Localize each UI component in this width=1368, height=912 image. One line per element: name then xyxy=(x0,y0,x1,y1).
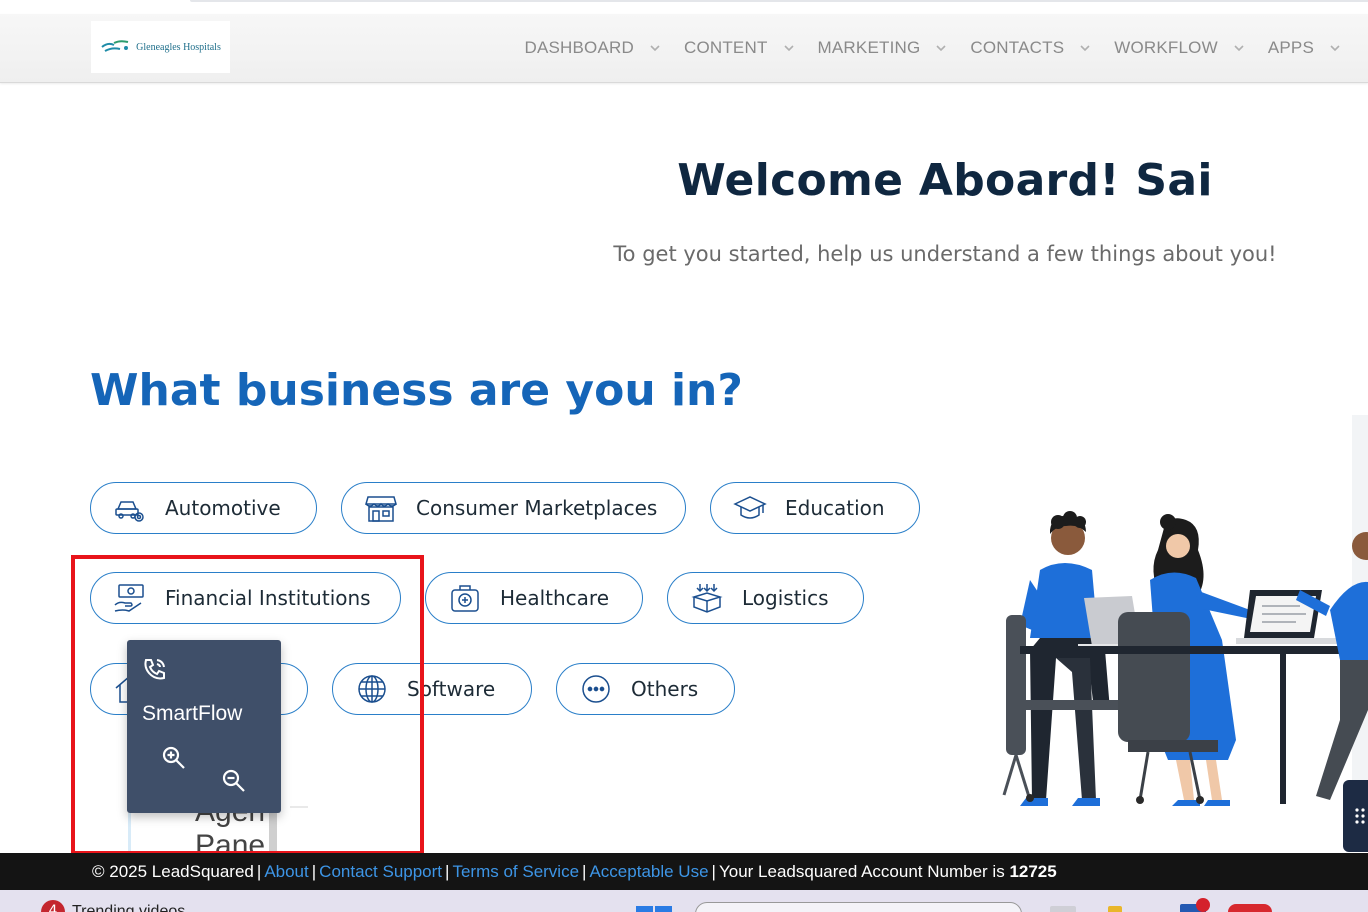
company-logo[interactable]: Gleneagles Hospitals xyxy=(91,21,230,73)
option-label: Software xyxy=(407,677,496,701)
option-automotive[interactable]: Automotive xyxy=(90,482,317,534)
nav-label: MARKETING xyxy=(817,38,921,57)
option-label: Logistics xyxy=(742,586,829,610)
footer-separator: | xyxy=(445,861,450,881)
option-label: Healthcare xyxy=(500,586,610,610)
page-footer: © 2025 LeadSquared | About | Contact Sup… xyxy=(0,853,1368,890)
footer-link-about[interactable]: About xyxy=(264,862,308,882)
option-healthcare[interactable]: Healthcare xyxy=(425,572,643,624)
agent-panel-scrollbar[interactable] xyxy=(269,813,277,853)
option-education[interactable]: Education xyxy=(710,482,920,534)
nav-workflow[interactable]: WORKFLOW xyxy=(1114,38,1244,58)
chevron-down-icon xyxy=(1080,45,1090,52)
footer-separator: | xyxy=(256,861,262,881)
notification-badge[interactable]: 4 xyxy=(41,900,65,912)
browser-edge-line xyxy=(190,0,1368,2)
widget-minimize-line xyxy=(290,806,308,808)
more-dots-icon xyxy=(582,675,610,703)
file-explorer-icon[interactable] xyxy=(1108,906,1122,912)
app-header: Gleneagles Hospitals DASHBOARD CONTENT M… xyxy=(0,14,1368,83)
smartflow-title: SmartFlow xyxy=(142,702,243,725)
footer-link-acceptable-use[interactable]: Acceptable Use xyxy=(589,862,708,882)
business-question: What business are you in? xyxy=(90,365,743,416)
team-illustration xyxy=(1002,415,1368,806)
footer-separator: | xyxy=(311,861,317,881)
graduation-cap-icon xyxy=(733,496,767,519)
browser-top-strip xyxy=(0,0,1368,14)
chevron-down-icon xyxy=(783,45,794,52)
option-software[interactable]: Software xyxy=(332,663,532,715)
nav-label: CONTENT xyxy=(683,38,768,57)
footer-separator: | xyxy=(582,861,587,881)
browser-icon[interactable] xyxy=(1228,904,1272,912)
mail-notification-dot-icon xyxy=(1196,898,1210,912)
logo-text: Gleneagles Hospitals xyxy=(136,41,221,53)
nav-apps[interactable]: APPS xyxy=(1268,38,1340,58)
windows-start-icon[interactable] xyxy=(636,906,672,912)
footer-separator: | xyxy=(711,861,716,881)
footer-copyright: © 2025 LeadSquared xyxy=(92,861,254,881)
option-label: Education xyxy=(785,496,885,520)
storefront-icon xyxy=(365,496,397,522)
footer-link-contact-support[interactable]: Contact Support xyxy=(319,862,442,882)
trending-videos-text[interactable]: Trending videos xyxy=(72,903,185,912)
chevron-down-icon xyxy=(650,45,660,52)
option-consumer-marketplaces[interactable]: Consumer Marketplaces xyxy=(341,482,686,534)
welcome-title: Welcome Aboard! Sai xyxy=(677,155,1213,206)
nav-contacts[interactable]: CONTACTS xyxy=(970,38,1090,58)
option-label: Consumer Marketplaces xyxy=(416,496,658,520)
footer-account-label: Your Leadsquared Account Number is xyxy=(718,861,1005,881)
main-nav: DASHBOARD CONTENT MARKETING CONTACTS WOR… xyxy=(500,14,1340,82)
option-label: Others xyxy=(631,677,699,701)
globe-icon xyxy=(358,675,386,703)
nav-dashboard[interactable]: DASHBOARD xyxy=(524,38,660,58)
nav-label: WORKFLOW xyxy=(1114,38,1218,57)
grid-dots-icon xyxy=(1355,808,1365,824)
footer-account-number: 12725 xyxy=(1009,861,1057,881)
smartflow-widget[interactable]: SmartFlow xyxy=(127,640,281,813)
option-label: Automotive xyxy=(165,496,281,520)
gleneagles-logo-icon xyxy=(101,40,129,52)
nav-label: DASHBOARD xyxy=(524,38,634,57)
agent-panel-underlay: Agen Pane xyxy=(128,813,281,853)
taskbar-search[interactable] xyxy=(695,902,1022,912)
medical-bag-icon xyxy=(451,585,479,612)
footer-link-terms-of-service[interactable]: Terms of Service xyxy=(452,862,579,882)
side-launcher-tab[interactable] xyxy=(1343,780,1368,852)
chevron-down-icon xyxy=(936,45,946,52)
option-financial-institutions[interactable]: Financial Institutions xyxy=(90,572,401,624)
nav-content[interactable]: CONTENT xyxy=(684,38,794,58)
chevron-down-icon xyxy=(1330,45,1340,52)
os-taskbar: 4 Trending videos xyxy=(0,890,1368,912)
zoom-out-icon[interactable] xyxy=(221,768,247,794)
option-others[interactable]: Others xyxy=(556,663,735,715)
option-logistics[interactable]: Logistics xyxy=(667,572,864,624)
phone-call-icon[interactable] xyxy=(141,656,169,684)
nav-label: CONTACTS xyxy=(970,38,1065,57)
hand-money-icon xyxy=(114,584,144,612)
nav-label: APPS xyxy=(1267,38,1314,57)
chevron-down-icon xyxy=(1234,45,1244,52)
nav-marketing[interactable]: MARKETING xyxy=(818,38,947,58)
zoom-in-icon[interactable] xyxy=(161,745,187,771)
car-gear-icon xyxy=(115,501,144,522)
option-label: Financial Institutions xyxy=(165,586,371,610)
task-view-icon[interactable] xyxy=(1050,906,1076,912)
welcome-subtitle: To get you started, help us understand a… xyxy=(613,242,1277,266)
package-icon xyxy=(691,584,723,613)
